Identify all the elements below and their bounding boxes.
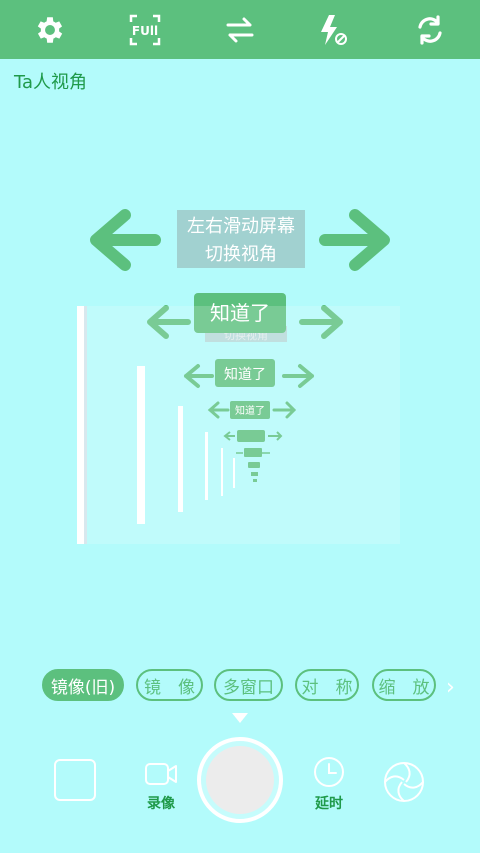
swap-icon[interactable] [218,8,262,52]
effects-button[interactable] [382,760,426,804]
expand-caret-icon[interactable] [232,713,248,723]
mirror-panels [77,306,400,544]
camera-preview[interactable]: 左右滑动屏幕 切换视角 切换视角 知道了 知道了 知道了 [0,100,480,660]
mode-symmetric[interactable]: 对 称 [295,669,359,701]
video-camera-icon [145,763,177,785]
swipe-right-arrow-icon [319,209,390,271]
delay-label: 延时 [315,796,343,812]
settings-icon[interactable] [28,8,72,52]
perspective-label: Ta人视角 [14,72,88,93]
delay-button[interactable]: 延时 [312,755,346,813]
mode-mirror-old[interactable]: 镜像(旧) [42,669,124,701]
mode-label: 对 称 [301,677,353,698]
switch-camera-icon[interactable] [408,8,452,52]
mode-multi-window[interactable]: 多窗口 [214,669,283,701]
more-modes-chevron-icon[interactable]: › [446,675,455,700]
record-label: 录像 [147,796,175,812]
mode-label: 缩 放 [378,677,430,698]
full-screen-icon[interactable]: FUll [123,8,167,52]
guide-text-line1: 左右滑动屏幕 [187,216,295,237]
swipe-left-arrow-icon [90,209,161,271]
timer-icon [314,757,344,787]
gallery-thumbnail[interactable] [54,759,96,801]
aperture-icon [384,762,424,802]
record-button[interactable]: 录像 [143,759,179,813]
full-label: FUll [132,24,158,38]
mode-selector: 镜像(旧) 镜 像 多窗口 对 称 缩 放 [40,669,480,703]
mode-zoom[interactable]: 缩 放 [372,669,436,701]
mode-label: 镜 像 [144,677,195,698]
flash-off-icon[interactable] [310,8,354,52]
top-toolbar: FUll [0,0,480,59]
mode-label: 镜像(旧) [50,677,116,698]
mode-label: 多窗口 [223,677,274,698]
guide-text-line2: 切换视角 [205,244,277,265]
shutter-inner[interactable] [206,746,274,814]
mode-mirror[interactable]: 镜 像 [136,669,203,701]
